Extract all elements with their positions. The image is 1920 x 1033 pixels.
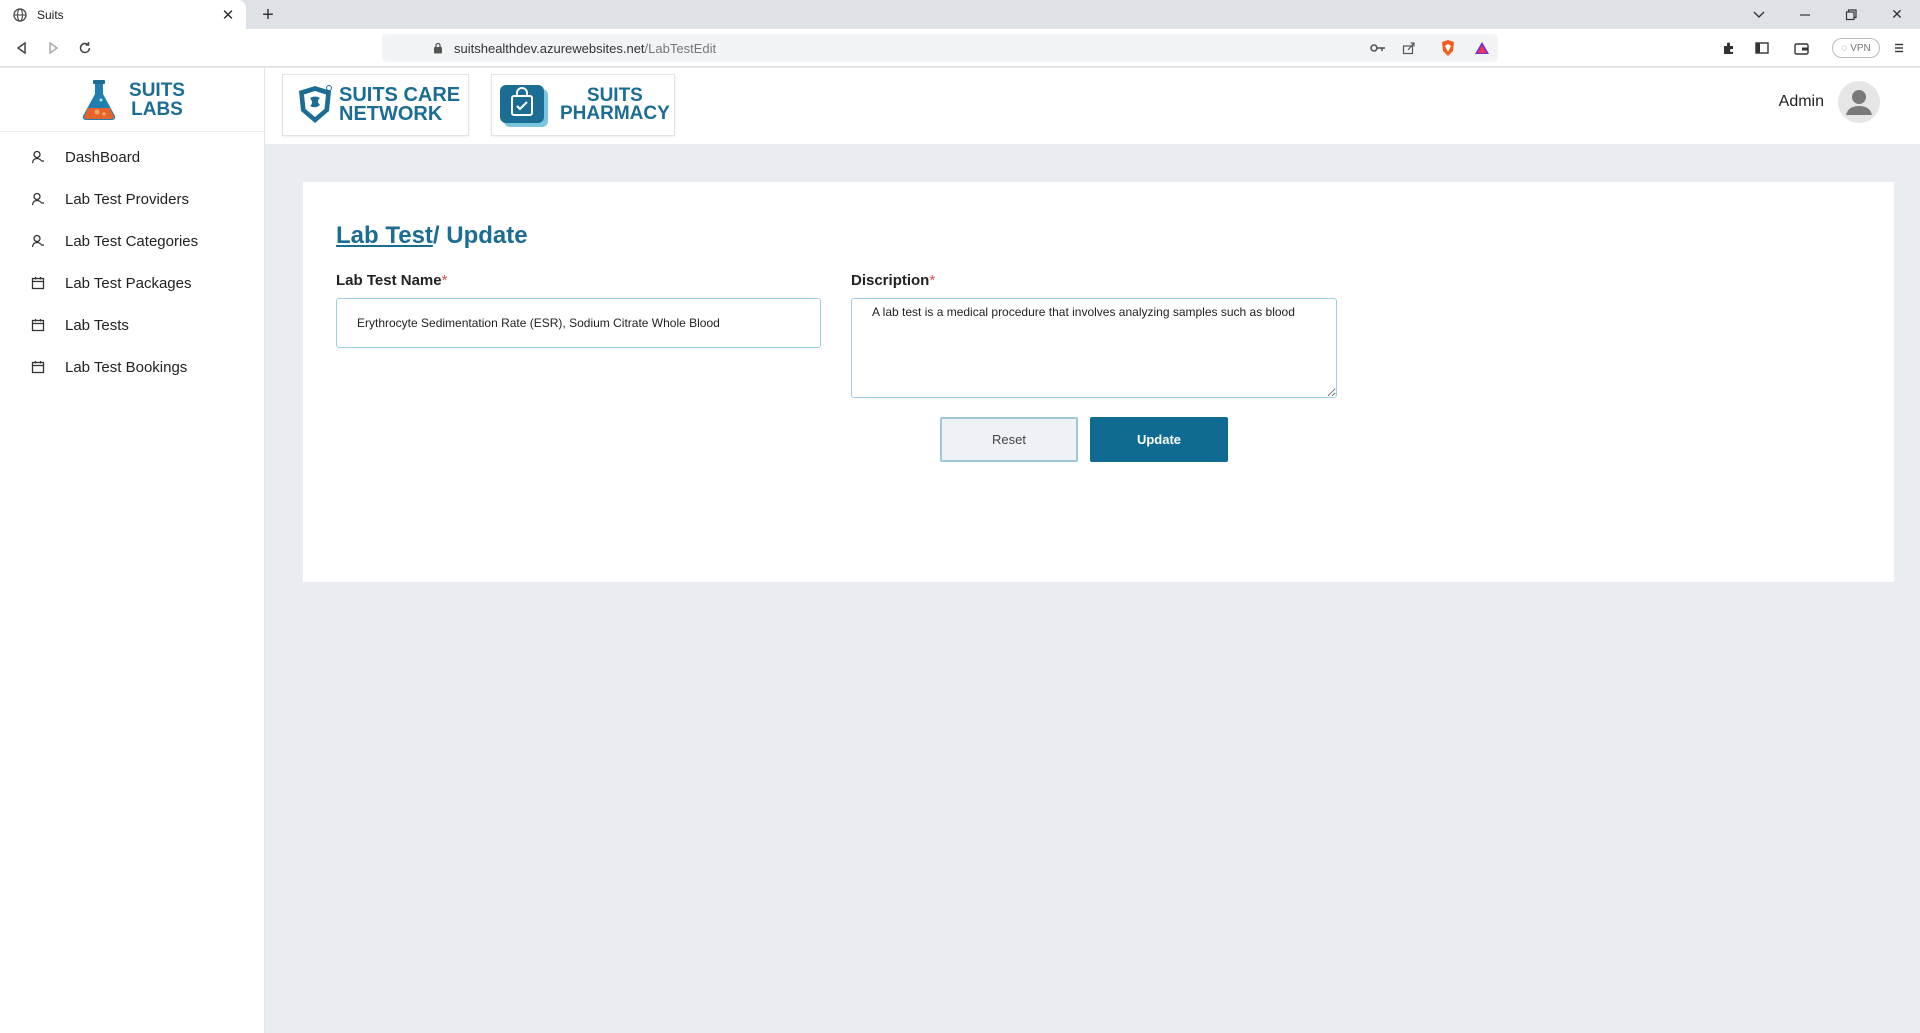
brave-shield-icon[interactable] (1435, 35, 1461, 61)
close-tab-icon[interactable]: ✕ (216, 3, 240, 27)
lab-test-name-input[interactable] (336, 298, 821, 348)
user-icon (30, 191, 46, 207)
reload-icon[interactable] (72, 35, 98, 61)
sidebar-item-lab-test-providers[interactable]: Lab Test Providers (0, 178, 264, 220)
breadcrumb-lab-test-link[interactable]: Lab Test (336, 222, 433, 249)
description-label: Discription* (851, 272, 936, 289)
vpn-dot-icon: ◌ (1841, 42, 1848, 54)
shopping-bag-logo-icon (500, 85, 548, 127)
calendar-icon (30, 275, 46, 291)
required-mark: * (441, 272, 448, 289)
wallet-icon[interactable] (1788, 35, 1814, 61)
calendar-icon (30, 359, 46, 375)
flask-logo-icon (82, 79, 116, 120)
globe-icon (12, 7, 27, 22)
sidebar-item-label: Lab Test Packages (65, 274, 192, 292)
close-window-button[interactable]: ✕ (1874, 0, 1920, 29)
brand-name: SUITS LABS (129, 79, 185, 120)
sidebar-toggle-icon[interactable] (1749, 35, 1775, 61)
suits-labs-logo[interactable]: SUITS LABS (0, 68, 264, 132)
app-header: SUITS CARE NETWORK SUITS PHARMACY Admin (265, 68, 1920, 144)
sidebar-item-label: Lab Test Categories (65, 232, 199, 250)
sidebar-item-label: Lab Test Providers (65, 190, 189, 208)
sidebar-item-label: Lab Tests (65, 316, 129, 334)
suits-care-network-logo[interactable]: SUITS CARE NETWORK (282, 74, 469, 136)
tab-search-icon[interactable] (1736, 0, 1782, 29)
suits-care-network-text: SUITS CARE NETWORK (339, 84, 461, 125)
url-text: suitshealthdev.azurewebsites.net/LabTest… (454, 40, 717, 56)
new-tab-button[interactable]: + (255, 2, 281, 28)
browser-toolbar: suitshealthdev.azurewebsites.net/LabTest… (0, 29, 1920, 67)
vpn-button[interactable]: ◌ VPN (1832, 38, 1880, 58)
browser-tab[interactable]: Suits ✕ (0, 0, 246, 29)
user-name: Admin (1778, 93, 1824, 110)
sidebar: SUITS LABS DashBoard Lab Test Providers … (0, 68, 265, 1033)
calendar-icon (30, 317, 46, 333)
sidebar-item-label: DashBoard (65, 148, 141, 166)
sidebar-item-lab-test-categories[interactable]: Lab Test Categories (0, 220, 264, 262)
browser-tabstrip: Suits ✕ + ✕ (0, 0, 1920, 29)
share-icon[interactable] (1396, 35, 1422, 61)
avatar-icon (1838, 81, 1880, 123)
restore-button[interactable] (1828, 0, 1874, 29)
extensions-icon[interactable] (1716, 35, 1742, 61)
lab-test-name-label: Lab Test Name* (336, 272, 448, 289)
sidebar-item-label: Lab Test Bookings (65, 358, 188, 376)
user-menu[interactable]: Admin (1779, 81, 1880, 123)
required-mark: * (929, 272, 936, 289)
user-icon (30, 149, 46, 165)
key-icon[interactable] (1365, 35, 1391, 61)
user-icon (30, 233, 46, 249)
sidebar-item-lab-test-packages[interactable]: Lab Test Packages (0, 262, 264, 304)
vpn-label: VPN (1850, 42, 1871, 54)
brave-rewards-icon[interactable] (1469, 35, 1495, 61)
suits-pharmacy-text: SUITS PHARMACY (560, 85, 670, 124)
sidebar-item-dashboard[interactable]: DashBoard (0, 136, 264, 178)
lock-icon (432, 42, 444, 54)
shield-logo-icon (299, 85, 332, 123)
sidebar-item-lab-tests[interactable]: Lab Tests (0, 304, 264, 346)
description-textarea[interactable]: A lab test is a medical procedure that i… (851, 298, 1337, 398)
minimize-button[interactable] (1782, 0, 1828, 29)
breadcrumb-current: / Update (432, 222, 528, 249)
forward-icon[interactable] (40, 35, 66, 61)
sidebar-item-lab-test-bookings[interactable]: Lab Test Bookings (0, 346, 264, 388)
suits-pharmacy-logo[interactable]: SUITS PHARMACY (491, 74, 675, 136)
tab-title: Suits (37, 7, 64, 22)
page-title: Lab Test/ Update (336, 222, 528, 250)
address-bar[interactable]: suitshealthdev.azurewebsites.net/LabTest… (382, 34, 1498, 62)
menu-icon[interactable] (1886, 35, 1912, 61)
reset-button[interactable]: Reset (940, 417, 1078, 462)
back-icon[interactable] (9, 35, 35, 61)
lab-test-update-card: Lab Test/ Update Lab Test Name* Discript… (303, 182, 1894, 582)
update-button[interactable]: Update (1090, 417, 1228, 462)
sidebar-nav: DashBoard Lab Test Providers Lab Test Ca… (0, 132, 264, 388)
